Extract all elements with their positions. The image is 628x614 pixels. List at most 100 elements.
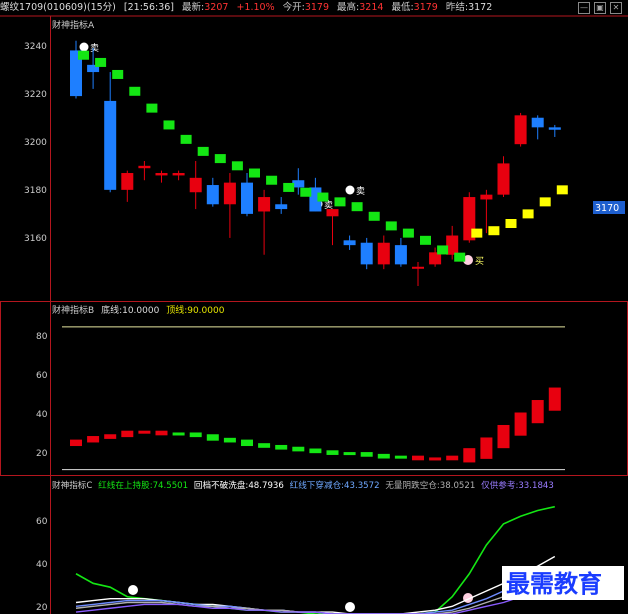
candle-body (360, 242, 373, 265)
support-block (351, 202, 363, 212)
indicator-bar (172, 432, 185, 436)
indicator-bar (309, 448, 322, 454)
indicator-bar (446, 455, 459, 461)
candle-body (514, 115, 527, 145)
a-tick-3180: 3180 (24, 186, 47, 196)
candle-body (121, 173, 134, 190)
indicator-bar (343, 452, 356, 456)
smiley-icon (79, 42, 89, 52)
candle-body (343, 240, 356, 246)
support-block (402, 228, 414, 238)
buy-signal-label: 买 (475, 256, 484, 267)
series-line-2 (75, 555, 556, 614)
candle-body (531, 117, 544, 128)
smiley-icon (345, 185, 355, 195)
indicator-bar (138, 430, 151, 434)
indicator-bar (548, 387, 561, 411)
candle-body (377, 242, 390, 265)
indicator-bar (292, 446, 305, 452)
signal-buy: 买 (463, 255, 484, 267)
support-block (317, 192, 329, 202)
support-block (505, 219, 517, 228)
support-block (180, 134, 192, 144)
panel-c-marks (75, 505, 556, 614)
candle-body (497, 163, 510, 195)
candle-body (189, 177, 202, 193)
indicator-bar (412, 455, 424, 461)
b-tick-60: 60 (36, 371, 48, 381)
indicator-bar (87, 436, 100, 443)
support-block (231, 161, 243, 171)
indicator-bar (429, 457, 442, 461)
support-block (385, 221, 397, 231)
support-block (334, 197, 346, 207)
candle-body (241, 182, 253, 214)
b-tick-40: 40 (36, 410, 48, 420)
candle-body (258, 197, 271, 212)
indicator-bar (258, 443, 271, 448)
candle-body (480, 194, 493, 200)
indicator-bar (223, 437, 236, 443)
support-block (539, 197, 551, 207)
a-tick-3240: 3240 (24, 42, 47, 52)
a-tick-3220: 3220 (24, 90, 47, 100)
c-tick-20: 20 (36, 603, 48, 613)
a-tick-3200: 3200 (24, 138, 47, 148)
support-block (129, 86, 141, 96)
watermark: 最需教育 (506, 570, 602, 598)
indicator-bar (104, 434, 117, 439)
panel-c-name: 财神指标C (52, 479, 92, 491)
support-block (368, 211, 380, 221)
support-block (556, 185, 568, 195)
panel-a-title: 财神指标A (52, 19, 95, 31)
indicator-bar (531, 400, 544, 424)
panel-c-title: 财神指标C 红线在上持股:74.5501 回档不破洗盘:48.7936 红线下穿… (52, 479, 554, 491)
a-tick-3160: 3160 (24, 234, 47, 244)
indicator-bar (70, 439, 82, 447)
indicator-bar (377, 453, 390, 459)
legend-pullback: 回档不破洗盘:48.7936 (194, 479, 284, 491)
support-block (454, 252, 466, 262)
support-block (437, 245, 449, 255)
indicator-bar (326, 450, 339, 455)
indicator-bar (155, 430, 168, 436)
indicator-bar (514, 412, 527, 436)
panel-a-marks (70, 40, 568, 286)
indicator-bar (360, 452, 373, 457)
candle-body (155, 173, 168, 176)
support-block (95, 57, 107, 67)
b-tick-20: 20 (36, 449, 48, 459)
candle-body (548, 127, 561, 130)
indicator-bar (121, 430, 134, 438)
support-block (522, 209, 534, 219)
indicator-bar (497, 424, 510, 449)
indicator-chart: 财神指标A 财神指标B 底线:10.0000 顶线:90.0000 财神指标C … (0, 15, 628, 614)
c-tick-40: 40 (36, 560, 48, 570)
candle-body (275, 204, 288, 210)
legend-reduce: 红线下穿减仓:43.3572 (290, 479, 380, 491)
support-block (471, 228, 483, 238)
support-block (266, 175, 278, 185)
support-block (197, 146, 209, 156)
support-block (78, 50, 89, 60)
support-block (163, 120, 175, 130)
sell-signal-label-3: 卖 (356, 186, 365, 197)
indicator-bar (463, 448, 476, 463)
indicator-bar (189, 432, 202, 438)
candle-body (172, 173, 185, 176)
candle-body (104, 100, 117, 190)
candle-body (326, 209, 339, 217)
indicator-bar (206, 434, 219, 441)
indicator-bar (275, 444, 288, 450)
support-block (300, 187, 312, 197)
support-block (214, 154, 226, 164)
b-tick-80: 80 (36, 332, 48, 342)
c-tick-60: 60 (36, 517, 48, 527)
support-block (420, 235, 431, 245)
support-block (249, 168, 260, 178)
neutral-face-icon (128, 585, 138, 595)
candle-body (138, 165, 151, 169)
indicator-bar (394, 455, 407, 459)
legend-hold: 红线在上持股:74.5501 (98, 479, 188, 491)
panel-b-title: 财神指标B 底线:10.0000 顶线:90.0000 (52, 304, 225, 316)
